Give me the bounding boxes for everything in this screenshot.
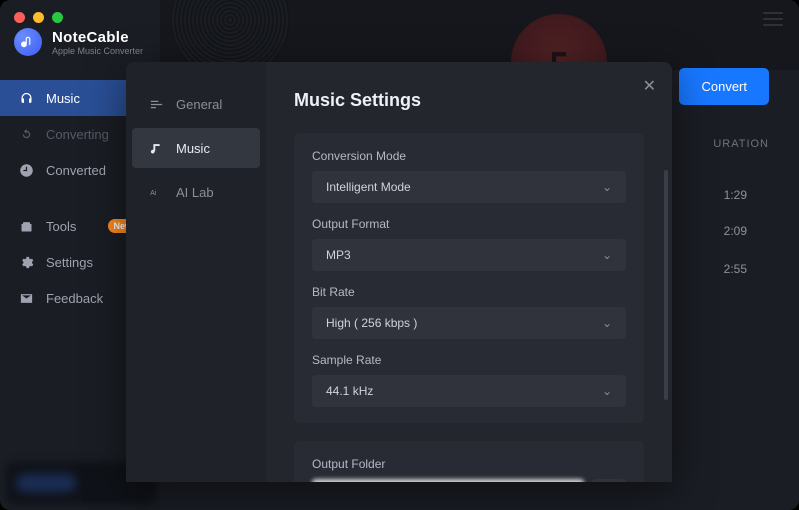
label-output-folder: Output Folder [312,457,626,471]
select-bit-rate[interactable]: High ( 256 kbps ) ⌄ [312,307,626,339]
sliders-icon [148,97,164,112]
ai-icon: Ai [148,185,164,200]
sidebar-item-settings[interactable]: Settings [0,244,135,280]
music-note-icon [148,141,164,156]
select-value: 44.1 kHz [326,384,373,398]
panel-title: Music Settings [294,90,644,111]
settings-modal: ✕ General Music Ai AI Lab [126,62,672,482]
tab-general[interactable]: General [132,84,260,124]
select-value: Intelligent Mode [326,180,411,194]
mail-icon [18,291,34,306]
settings-section-conversion: Conversion Mode Intelligent Mode ⌄ Outpu… [294,133,644,423]
browse-folder-button[interactable]: ... [592,479,626,482]
sidebar-item-label: Settings [46,255,93,270]
sidebar-item-feedback[interactable]: Feedback [0,280,135,316]
track-duration: 2:09 [724,224,747,238]
headphones-icon [18,91,34,106]
scrollbar[interactable] [664,170,668,400]
sidebar-item-converting[interactable]: Converting [0,116,135,152]
select-value: MP3 [326,248,351,262]
hero-background [160,0,799,70]
tab-label: General [176,97,222,112]
sidebar-item-label: Converted [46,163,106,178]
refresh-icon [18,127,34,142]
sidebar-item-music[interactable]: Music [0,80,135,116]
tab-ai-lab[interactable]: Ai AI Lab [132,172,260,212]
app-window: NoteCable Apple Music Converter Music Co… [0,0,799,510]
svg-text:Ai: Ai [150,190,157,197]
select-output-format[interactable]: MP3 ⌄ [312,239,626,271]
label-conversion-mode: Conversion Mode [312,149,626,163]
zoom-window-button[interactable] [52,12,63,23]
chevron-down-icon: ⌄ [602,180,612,194]
track-duration: 1:29 [724,188,747,202]
chevron-down-icon: ⌄ [602,316,612,330]
select-sample-rate[interactable]: 44.1 kHz ⌄ [312,375,626,407]
tab-music[interactable]: Music [132,128,260,168]
settings-panel: Music Settings Conversion Mode Intellige… [266,62,672,482]
chevron-down-icon: ⌄ [602,384,612,398]
app-title: NoteCable [52,29,143,46]
label-bit-rate: Bit Rate [312,285,626,299]
sidebar-item-tools[interactable]: Tools New [0,208,135,244]
clock-icon [18,163,34,178]
select-conversion-mode[interactable]: Intelligent Mode ⌄ [312,171,626,203]
window-controls [14,12,63,23]
tab-label: AI Lab [176,185,214,200]
app-brand: NoteCable Apple Music Converter [14,28,143,56]
select-value: High ( 256 kbps ) [326,316,417,330]
output-folder-path[interactable] [312,479,584,482]
close-icon[interactable]: ✕ [643,76,656,96]
minimize-window-button[interactable] [33,12,44,23]
sidebar-item-label: Feedback [46,291,103,306]
app-subtitle: Apple Music Converter [52,46,143,56]
sidebar-item-label: Converting [46,127,109,142]
gear-icon [18,255,34,270]
sidebar-item-label: Tools [46,219,76,234]
sidebar: Music Converting Converted Tools New [0,80,135,316]
sidebar-item-label: Music [46,91,80,106]
sidebar-item-converted[interactable]: Converted [0,152,135,188]
close-window-button[interactable] [14,12,25,23]
column-header-duration: URATION [713,138,769,150]
track-duration: 2:55 [724,262,747,276]
convert-button[interactable]: Convert [679,68,769,105]
settings-section-output: Output Folder ... [294,441,644,482]
chevron-down-icon: ⌄ [602,248,612,262]
label-output-format: Output Format [312,217,626,231]
tab-label: Music [176,141,210,156]
toolbox-icon [18,219,34,234]
settings-tabs: General Music Ai AI Lab [126,62,266,482]
app-logo-icon [14,28,42,56]
label-sample-rate: Sample Rate [312,353,626,367]
